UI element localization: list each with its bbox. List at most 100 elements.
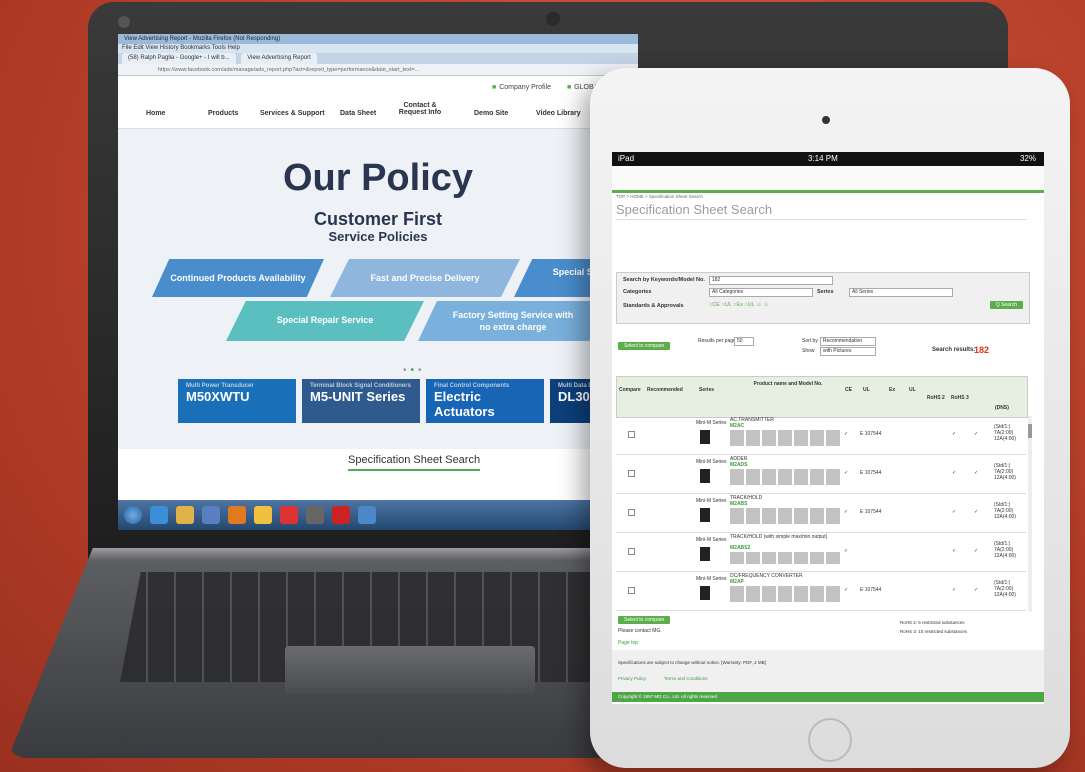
company-profile-link[interactable]: Company Profile [492, 84, 551, 91]
ipad-device: iPad 3:14 PM 32% TOP > HOME > Specificat… [590, 68, 1070, 768]
browser-menu[interactable]: File Edit View History Bookmarks Tools H… [118, 44, 638, 53]
browser-tab[interactable]: View Advertising Report [241, 53, 317, 64]
compare-checkbox[interactable] [628, 431, 635, 438]
select-compare-button-bottom[interactable]: Select to compare [618, 616, 671, 624]
mail-icon[interactable] [254, 506, 272, 524]
nav-home[interactable]: Home [146, 110, 165, 117]
site-topbar: Company Profile GLOBAL [478, 84, 602, 91]
keyword-input[interactable]: 182 [709, 276, 833, 285]
banner-ad[interactable]: Final Control Components Electric Actuato… [426, 379, 544, 423]
row-ul: E 107544 [860, 470, 882, 476]
home-button[interactable] [808, 718, 852, 762]
ie-icon[interactable] [150, 506, 168, 524]
table-row[interactable]: Mini-M Series DC/FREQUENCY CONVERTER M2A… [616, 572, 1026, 611]
results-count: 182 [974, 345, 990, 355]
nav-contact[interactable]: Contact & Request Info [394, 102, 446, 116]
device-label: iPad [618, 154, 635, 163]
compare-checkbox[interactable] [628, 587, 635, 594]
policy-tile[interactable]: Fast and Precise Delivery [330, 259, 520, 297]
app-icon[interactable] [306, 506, 324, 524]
product-image[interactable] [700, 508, 710, 522]
trackpad [285, 646, 535, 694]
media-icon[interactable] [202, 506, 220, 524]
folder-icon[interactable] [176, 506, 194, 524]
chrome-icon[interactable] [280, 506, 298, 524]
row-model[interactable]: M2ADS [730, 462, 748, 468]
table-row[interactable]: Mini-M Series TRACK/HOLD M2ABS ✓ E 10754… [616, 494, 1026, 533]
col-header: CE [845, 387, 852, 393]
ipad-camera-icon [822, 116, 830, 124]
privacy-link[interactable]: Privacy Policy [618, 676, 646, 681]
compare-checkbox[interactable] [628, 548, 635, 555]
row-name: TRACK/HOLD (with simple max/min output) [730, 534, 828, 540]
doc-buttons[interactable] [730, 430, 840, 446]
carousel-dots[interactable]: ••• [403, 365, 426, 376]
terms-link[interactable]: Terms and Conditions [664, 676, 708, 681]
doc-buttons[interactable] [730, 508, 840, 524]
product-image[interactable] [700, 469, 710, 483]
window-icon[interactable] [358, 506, 376, 524]
rohs3-check: ✓ [974, 509, 979, 515]
row-prices: (Std/1:) 7A(2:00) 12A(4:00) [994, 502, 1016, 520]
rohs3-check: ✓ [974, 470, 979, 476]
doc-buttons[interactable] [730, 552, 840, 564]
spec-sheet-search-link[interactable]: Specification Sheet Search [348, 454, 481, 471]
contact-note: Please contact MG. [618, 628, 662, 634]
series-select[interactable]: All Series [849, 288, 953, 297]
col-header: Recommended [647, 387, 683, 393]
results-table: Mini-M Series AC TRANSMITTER M2AC ✓ E 10… [616, 416, 1026, 612]
browser-tab[interactable]: (58) Ralph Paglia - Google+ - I will b..… [122, 53, 236, 64]
opera-icon[interactable] [332, 506, 350, 524]
row-ul: E 107544 [860, 587, 882, 593]
banner-ad[interactable]: Terminal Block Signal Conditioners M5-UNI… [302, 379, 420, 423]
nav-datasheet[interactable]: Data Sheet [340, 110, 376, 117]
table-row[interactable]: Mini-M Series ADDER M2ADS ✓ E 107544 ✓ ✓… [616, 455, 1026, 494]
sort-select[interactable]: Recommendation [820, 337, 876, 346]
show-select[interactable]: with Pictures [820, 347, 876, 356]
nav-video[interactable]: Video Library [536, 110, 581, 117]
nav-products[interactable]: Products [208, 110, 238, 117]
policy-tile[interactable]: Factory Setting Service with no extra ch… [418, 301, 608, 341]
table-scrollbar[interactable] [1028, 416, 1032, 612]
results-per-page-select[interactable]: 50 [734, 337, 754, 346]
search-form: Search by Keywords/Model No. 182 Categor… [616, 272, 1030, 324]
compare-checkbox[interactable] [628, 509, 635, 516]
row-model[interactable]: M2AP [730, 579, 744, 585]
firefox-icon[interactable] [228, 506, 246, 524]
compare-checkbox[interactable] [628, 470, 635, 477]
category-select[interactable]: All Categories [709, 288, 813, 297]
policy-tile[interactable]: Special Repair Service [226, 301, 424, 341]
table-row[interactable]: Mini-M Series TRACK/HOLD (with simple ma… [616, 533, 1026, 572]
start-icon[interactable] [124, 506, 142, 524]
select-compare-button[interactable]: Select to compare [618, 342, 671, 350]
copyright-bar: Copyright © 1997 MG Co., Ltd. All rights… [612, 692, 1044, 702]
product-image[interactable] [700, 547, 710, 561]
row-model[interactable]: M2ABS2 [730, 545, 750, 551]
product-image[interactable] [700, 586, 710, 600]
hero-section: Our Policy Customer First Service Polici… [118, 129, 638, 449]
nav-services[interactable]: Services & Support [260, 110, 325, 117]
url-bar[interactable]: https://www.facebook.com/ads/manage/ads_… [118, 64, 638, 76]
ipad-screen: iPad 3:14 PM 32% TOP > HOME > Specificat… [612, 152, 1044, 704]
ce-check: ✓ [844, 548, 849, 554]
standards-checkboxes[interactable]: ○CE ○UL ○Ex ○UL ☺ ☺ [709, 302, 769, 308]
doc-buttons[interactable] [730, 586, 840, 602]
rohs3-check: ✓ [974, 587, 979, 593]
row-model[interactable]: M2AC [730, 423, 744, 429]
doc-buttons[interactable] [730, 469, 840, 485]
search-button[interactable]: Q Search [989, 301, 1023, 309]
hero-title: Our Policy [282, 157, 474, 199]
rohs2-note: RoHS 2: 6 restricted substances [900, 620, 965, 625]
nav-demo[interactable]: Demo Site [474, 110, 508, 117]
table-row[interactable]: Mini-M Series AC TRANSMITTER M2AC ✓ E 10… [616, 416, 1026, 455]
row-model[interactable]: M2ABS [730, 501, 748, 507]
col-header: Compare [619, 387, 641, 393]
ce-check: ✓ [844, 587, 849, 593]
breadcrumb: TOP > HOME > Specification Sheet Search [616, 194, 703, 199]
page-top-link[interactable]: Page top [618, 640, 638, 646]
policy-tile[interactable]: Continued Products Availability [152, 259, 324, 297]
banner-ad[interactable]: Multi Power Transducer M50XWTU [178, 379, 296, 423]
site-footer: Specifications are subject to change wit… [612, 650, 1044, 692]
row-prices: (Std/1:) 7A(2:00) 12A(4:00) [994, 580, 1016, 598]
product-image[interactable] [700, 430, 710, 444]
